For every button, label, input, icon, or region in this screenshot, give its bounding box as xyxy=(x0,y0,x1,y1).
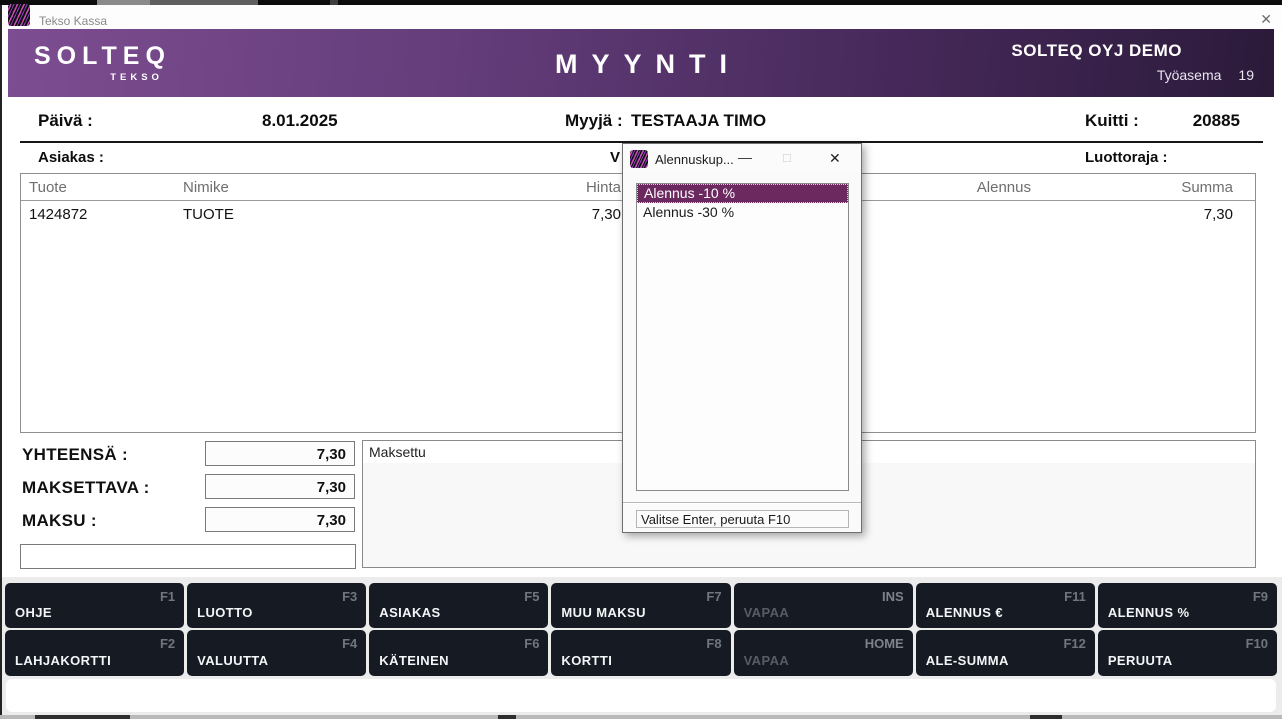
fkey-label: MUU MAKSU xyxy=(561,605,645,620)
fkey-luotto[interactable]: LUOTTO F3 xyxy=(187,583,366,628)
dialog-close-icon[interactable]: ✕ xyxy=(829,150,841,167)
fkey-label: ALENNUS € xyxy=(926,605,1003,620)
fkey-alennus-euro[interactable]: ALENNUS € F11 xyxy=(916,583,1095,628)
fkey-kateinen[interactable]: KÄTEINEN F6 xyxy=(369,630,548,676)
cell-product: 1424872 xyxy=(29,206,87,223)
function-key-row-2: LAHJAKORTTI F2 VALUUTTA F4 KÄTEINEN F6 K… xyxy=(5,630,1277,676)
center-label-partial: V xyxy=(610,149,620,166)
date-label: Päivä : xyxy=(38,111,93,131)
seller-label: Myyjä : xyxy=(565,111,623,131)
background-window-edge-left xyxy=(0,0,2,719)
paid-panel-title: Maksettu xyxy=(369,444,426,460)
fkey-asiakas[interactable]: ASIAKAS F5 xyxy=(369,583,548,628)
dialog-title: Alennuskup... xyxy=(655,152,734,167)
fkey-lahjakortti[interactable]: LAHJAKORTTI F2 xyxy=(5,630,184,676)
cell-sum: 7,30 xyxy=(1113,206,1233,223)
fkey-label: ALENNUS % xyxy=(1108,605,1190,620)
fkey-muu-maksu[interactable]: MUU MAKSU F7 xyxy=(551,583,730,628)
cell-price: 7,30 xyxy=(521,206,621,223)
list-item-discount-30[interactable]: Alennus -30 % xyxy=(637,203,848,222)
workstation-label: Työasema xyxy=(1157,67,1222,83)
fkey-label: LUOTTO xyxy=(197,605,253,620)
payment-label: MAKSU : xyxy=(22,511,97,531)
col-header-price: Hinta xyxy=(521,179,621,196)
discount-listbox: Alennus -10 % Alennus -30 % xyxy=(636,183,849,491)
fkey-keycap: F2 xyxy=(160,636,175,651)
background-window-edge-bottom xyxy=(0,715,1282,719)
fkey-label: VALUUTTA xyxy=(197,653,268,668)
amount-entry-field[interactable] xyxy=(20,544,356,569)
fkey-label: LAHJAKORTTI xyxy=(15,653,111,668)
customer-label: Asiakas : xyxy=(38,149,104,166)
fkey-kortti[interactable]: KORTTI F8 xyxy=(551,630,730,676)
fkey-ale-summa[interactable]: ALE-SUMMA F12 xyxy=(916,630,1095,676)
workstation-number: 19 xyxy=(1238,67,1254,83)
col-header-sum: Summa xyxy=(1113,179,1233,196)
fkey-keycap: F10 xyxy=(1246,636,1268,651)
fkey-vapaa-ins: VAPAA INS xyxy=(734,583,913,628)
dialog-titlebar[interactable]: Alennuskup... — □ ✕ xyxy=(623,144,861,174)
fkey-label: KÄTEINEN xyxy=(379,653,449,668)
payable-label: MAKSETTAVA : xyxy=(22,478,150,498)
fkey-ohje[interactable]: OHJE F1 xyxy=(5,583,184,628)
total-value-box: 7,30 xyxy=(205,441,355,466)
window-title: Tekso Kassa xyxy=(39,14,107,28)
discount-coupon-dialog: Alennuskup... — □ ✕ Alennus -10 % Alennu… xyxy=(622,143,862,533)
solteq-dialog-icon xyxy=(630,150,648,168)
date-value: 8.01.2025 xyxy=(262,111,338,131)
list-item-discount-10[interactable]: Alennus -10 % xyxy=(637,184,848,203)
receipt-label: Kuitti : xyxy=(1085,111,1139,131)
fkey-peruuta[interactable]: PERUUTA F10 xyxy=(1098,630,1277,676)
background-window-edge-top xyxy=(0,0,1282,5)
fkey-label: OHJE xyxy=(15,605,52,620)
total-label: YHTEENSÄ : xyxy=(22,445,128,465)
receipt-number: 20885 xyxy=(1150,111,1240,131)
fkey-keycap: F7 xyxy=(706,589,721,604)
fkey-keycap: F9 xyxy=(1253,589,1268,604)
fkey-keycap: F8 xyxy=(706,636,721,651)
col-header-product: Tuote xyxy=(29,179,67,196)
company-name: SOLTEQ OYJ DEMO xyxy=(1011,41,1182,61)
fkey-label: ALE-SUMMA xyxy=(926,653,1009,668)
fkey-vapaa-home: VAPAA HOME xyxy=(734,630,913,676)
col-header-name: Nimike xyxy=(183,179,229,196)
fkey-valuutta[interactable]: VALUUTTA F4 xyxy=(187,630,366,676)
payment-value-box: 7,30 xyxy=(205,507,355,532)
fkey-keycap: HOME xyxy=(865,636,904,651)
header-band: SOLTEQ TEKSO MYYNTI SOLTEQ OYJ DEMO Työa… xyxy=(8,29,1274,97)
tekso-kassa-window: Tekso Kassa ✕ SOLTEQ TEKSO MYYNTI SOLTEQ… xyxy=(0,0,1282,719)
solteq-app-icon xyxy=(8,4,30,26)
window-close-icon[interactable]: ✕ xyxy=(1260,11,1272,28)
fkey-keycap: F1 xyxy=(160,589,175,604)
col-header-discount: Alennus xyxy=(911,179,1031,196)
fkey-label: PERUUTA xyxy=(1108,653,1173,668)
dialog-status-text: Valitse Enter, peruuta F10 xyxy=(636,510,849,528)
fkey-label: VAPAA xyxy=(744,605,790,620)
dialog-minimize-icon[interactable]: — xyxy=(738,149,752,165)
fkey-label: VAPAA xyxy=(744,653,790,668)
window-titlebar[interactable]: Tekso Kassa ✕ xyxy=(2,5,1282,28)
cell-name: TUOTE xyxy=(183,206,234,223)
fkey-keycap: F12 xyxy=(1063,636,1085,651)
function-key-grid: OHJE F1 LUOTTO F3 ASIAKAS F5 MUU MAKSU F… xyxy=(5,583,1277,678)
fkey-alennus-prosentti[interactable]: ALENNUS % F9 xyxy=(1098,583,1277,628)
fkey-label: ASIAKAS xyxy=(379,605,440,620)
fkey-keycap: F6 xyxy=(524,636,539,651)
seller-value: TESTAAJA TIMO xyxy=(631,111,766,131)
fkey-keycap: F11 xyxy=(1064,589,1086,604)
dialog-maximize-icon: □ xyxy=(783,150,791,165)
payable-value-box: 7,30 xyxy=(205,474,355,499)
dialog-separator xyxy=(623,502,861,504)
fkey-keycap: F4 xyxy=(342,636,357,651)
credit-limit-label: Luottoraja : xyxy=(1085,149,1168,166)
fkey-keycap: INS xyxy=(882,589,904,604)
fkey-keycap: F5 xyxy=(524,589,539,604)
fkey-keycap: F3 xyxy=(342,589,357,604)
message-bar xyxy=(6,679,1276,712)
function-key-row-1: OHJE F1 LUOTTO F3 ASIAKAS F5 MUU MAKSU F… xyxy=(5,583,1277,628)
fkey-label: KORTTI xyxy=(561,653,612,668)
workstation-info: Työasema 19 xyxy=(1157,67,1254,83)
